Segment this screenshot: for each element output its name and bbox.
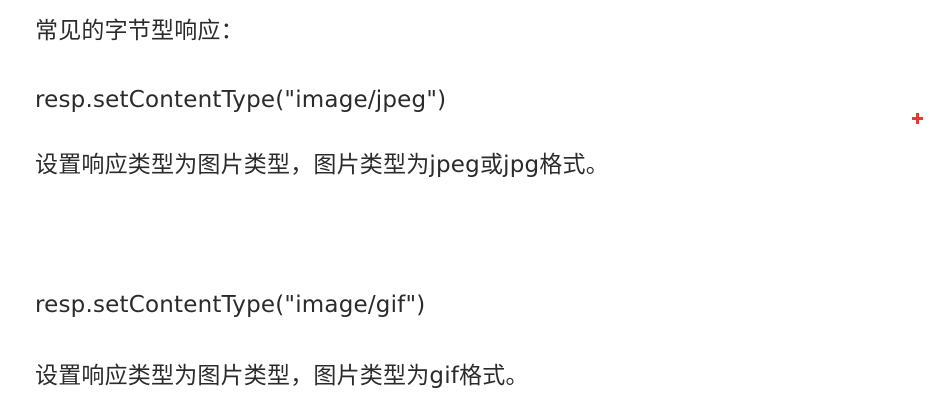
section-heading: 常见的字节型响应： [35,18,244,44]
code-line-jpeg: resp.setContentType("image/jpeg") [35,87,447,113]
description-gif: 设置响应类型为图片类型，图片类型为gif格式。 [35,363,529,389]
description-jpeg: 设置响应类型为图片类型，图片类型为jpeg或jpg格式。 [35,152,609,178]
code-line-gif: resp.setContentType("image/gif") [35,292,426,318]
crosshair-icon [912,113,923,124]
document-content: 常见的字节型响应： resp.setContentType("image/jpe… [0,0,939,420]
